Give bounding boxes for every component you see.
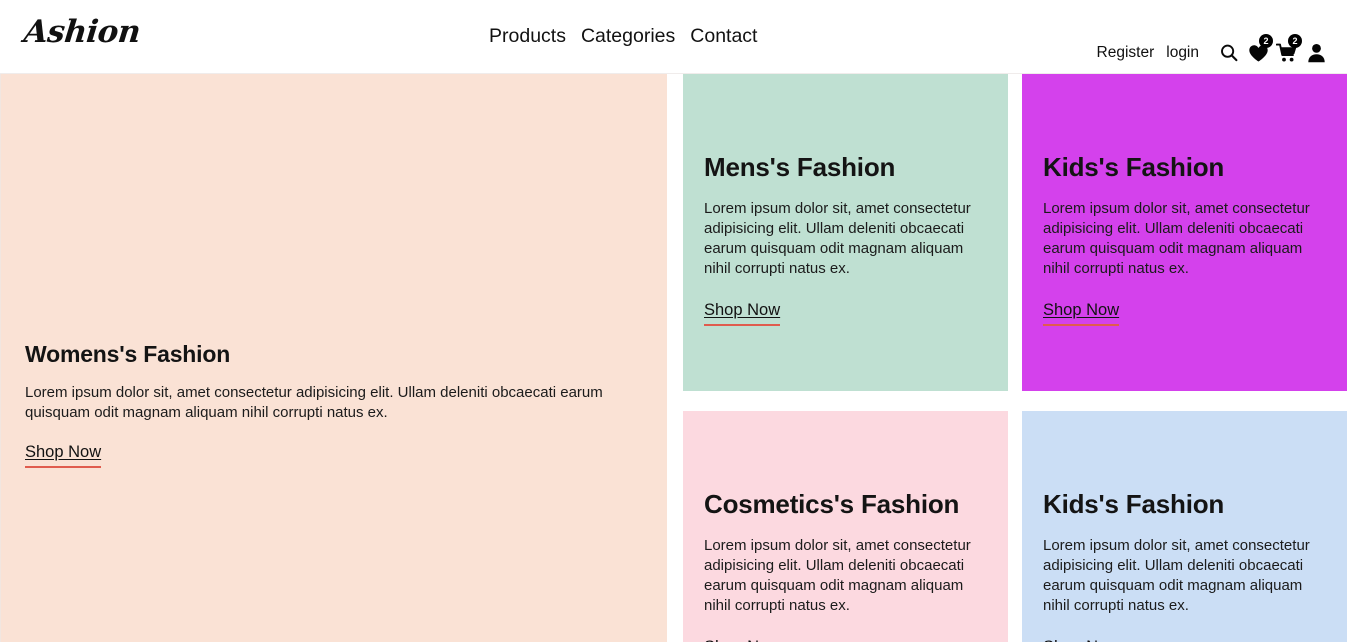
panel-description: Lorem ipsum dolor sit, amet consectetur …: [704, 200, 971, 277]
cart-icon[interactable]: 2: [1274, 34, 1302, 66]
category-panel-cosmetics[interactable]: Cosmetics's Fashion Lorem ipsum dolor si…: [683, 411, 1008, 642]
panel-title: Kids's Fashion: [1043, 152, 1225, 182]
panel-content: Womens's Fashion Lorem ipsum dolor sit, …: [25, 339, 629, 468]
login-link[interactable]: login: [1166, 44, 1199, 62]
panel-description: Lorem ipsum dolor sit, amet consectetur …: [1043, 537, 1310, 614]
panel-content: Kids's Fashion Lorem ipsum dolor sit, am…: [1043, 489, 1323, 642]
search-icon[interactable]: [1216, 40, 1242, 66]
main-navigation: Products Categories Contact: [489, 23, 757, 49]
panel-content: Mens's Fashion Lorem ipsum dolor sit, am…: [704, 152, 984, 326]
site-logo[interactable]: Ashion: [22, 14, 142, 50]
wishlist-count-badge: 2: [1259, 34, 1273, 48]
shop-now-link[interactable]: Shop Now: [704, 638, 780, 642]
site-header: Ashion Products Categories Contact Regis…: [0, 0, 1347, 74]
nav-item-contact[interactable]: Contact: [690, 23, 757, 49]
shop-now-link[interactable]: Shop Now: [1043, 638, 1119, 642]
panel-content: Kids's Fashion Lorem ipsum dolor sit, am…: [1043, 152, 1323, 326]
nav-item-categories[interactable]: Categories: [581, 23, 675, 49]
panel-description: Lorem ipsum dolor sit, amet consectetur …: [1043, 200, 1310, 277]
cart-count-badge: 2: [1288, 34, 1302, 48]
panel-title: Cosmetics's Fashion: [704, 489, 960, 519]
user-account-icon[interactable]: [1303, 40, 1329, 66]
panel-description: Lorem ipsum dolor sit, amet consectetur …: [25, 384, 603, 421]
shop-now-link[interactable]: Shop Now: [704, 301, 781, 326]
panel-title: Mens's Fashion: [704, 152, 896, 182]
panel-content: Cosmetics's Fashion Lorem ipsum dolor si…: [704, 489, 984, 642]
nav-item-products[interactable]: Products: [489, 23, 566, 49]
panel-title: Womens's Fashion: [25, 341, 231, 367]
register-link[interactable]: Register: [1097, 44, 1155, 62]
category-panel-womens[interactable]: Womens's Fashion Lorem ipsum dolor sit, …: [0, 74, 667, 642]
category-panel-kids-top[interactable]: Kids's Fashion Lorem ipsum dolor sit, am…: [1022, 74, 1347, 391]
shop-now-link[interactable]: Shop Now: [25, 443, 102, 468]
shop-now-link[interactable]: Shop Now: [1043, 301, 1120, 326]
panel-description: Lorem ipsum dolor sit, amet consectetur …: [704, 537, 971, 614]
category-hero-grid: Womens's Fashion Lorem ipsum dolor sit, …: [0, 74, 1347, 642]
wishlist-heart-icon[interactable]: 2: [1245, 34, 1273, 66]
panel-title: Kids's Fashion: [1043, 489, 1225, 519]
user-actions-bar: Register login 2 2: [1097, 34, 1329, 66]
category-panel-kids-bottom[interactable]: Kids's Fashion Lorem ipsum dolor sit, am…: [1022, 411, 1347, 642]
category-panel-mens[interactable]: Mens's Fashion Lorem ipsum dolor sit, am…: [683, 74, 1008, 391]
